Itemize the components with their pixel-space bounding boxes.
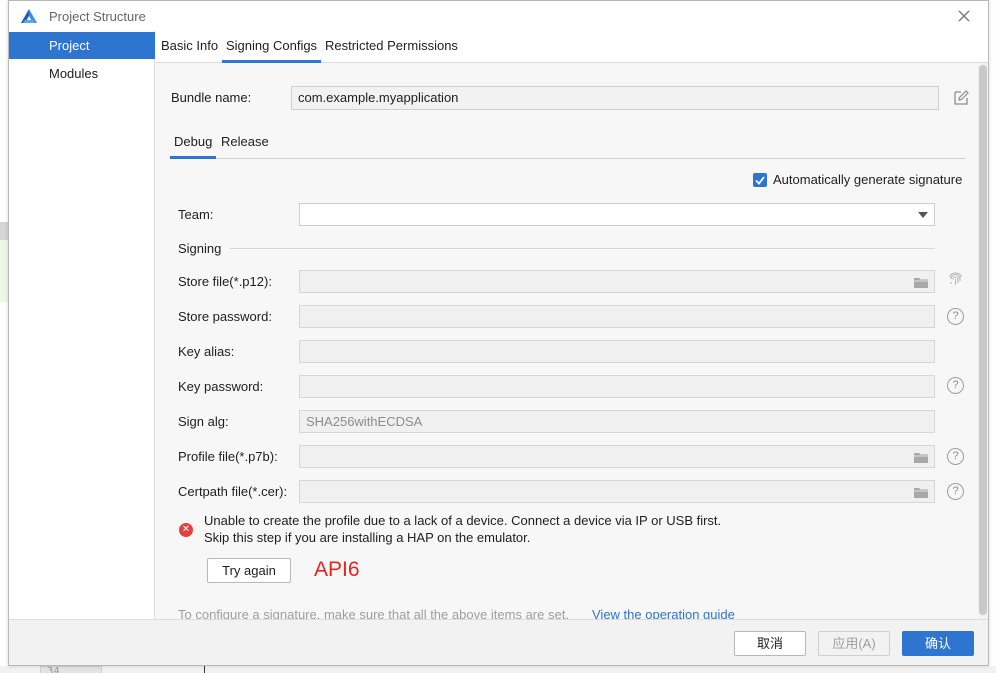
- ok-button[interactable]: 确认: [902, 631, 974, 656]
- key-password-label: Key password:: [178, 379, 264, 394]
- section-divider: [230, 248, 935, 249]
- store-password-field[interactable]: [299, 305, 935, 328]
- fingerprint-icon[interactable]: [947, 271, 964, 288]
- store-password-label: Store password:: [178, 309, 272, 324]
- scrollbar-thumb[interactable]: [979, 65, 987, 615]
- certpath-file-field[interactable]: [299, 480, 935, 503]
- error-message-line1: Unable to create the profile due to a la…: [204, 513, 722, 528]
- auto-signature-label[interactable]: Automatically generate signature: [773, 172, 962, 187]
- sidebar: Project Modules: [9, 31, 155, 619]
- key-alias-label: Key alias:: [178, 344, 235, 359]
- title-bar: Project Structure: [9, 1, 988, 31]
- profile-file-label: Profile file(*.p7b):: [178, 449, 278, 464]
- chevron-down-icon[interactable]: [918, 211, 928, 219]
- folder-icon[interactable]: [913, 275, 929, 289]
- profile-file-field[interactable]: [299, 445, 935, 468]
- error-message-line2: Skip this step if you are installing a H…: [204, 530, 531, 545]
- main-panel: Basic Info Signing Configs Restricted Pe…: [156, 31, 988, 622]
- help-icon[interactable]: ?: [947, 377, 964, 394]
- help-icon[interactable]: ?: [947, 448, 964, 465]
- project-structure-dialog: Project Structure Project Modules Basic …: [8, 0, 989, 666]
- dialog-footer: 取消 应用(A) 确认: [9, 619, 988, 665]
- folder-icon[interactable]: [913, 485, 929, 499]
- folder-icon[interactable]: [913, 450, 929, 464]
- key-password-field[interactable]: [299, 375, 935, 398]
- close-icon[interactable]: [955, 7, 973, 25]
- try-again-button[interactable]: Try again: [207, 558, 291, 583]
- app-logo-icon: [21, 9, 37, 23]
- store-file-label: Store file(*.p12):: [178, 274, 272, 289]
- sidebar-item-modules[interactable]: Modules: [9, 60, 155, 87]
- sign-alg-label: Sign alg:: [178, 414, 229, 429]
- scrollbar[interactable]: [978, 63, 988, 619]
- tab-restricted-permissions[interactable]: Restricted Permissions: [325, 31, 458, 63]
- apply-button[interactable]: 应用(A): [818, 631, 890, 656]
- background-band: [0, 222, 8, 240]
- bundle-name-field[interactable]: com.example.myapplication: [291, 86, 939, 110]
- signing-section-label: Signing: [178, 241, 222, 256]
- auto-signature-checkbox[interactable]: [753, 173, 767, 187]
- window-title: Project Structure: [49, 9, 146, 24]
- background-caret: [204, 666, 205, 673]
- certpath-file-label: Certpath file(*.cer):: [178, 484, 288, 499]
- bundle-name-label: Bundle name:: [171, 90, 252, 105]
- sidebar-item-project[interactable]: Project: [9, 32, 155, 59]
- help-icon[interactable]: ?: [947, 483, 964, 500]
- annotation-text: API6: [314, 558, 360, 581]
- background-editor-edge: [0, 0, 8, 673]
- checkmark-icon: [755, 176, 765, 185]
- error-icon: ✕: [179, 523, 193, 537]
- store-file-field[interactable]: [299, 270, 935, 293]
- team-label: Team:: [178, 207, 214, 222]
- subtab-release[interactable]: Release: [221, 129, 269, 159]
- background-line-number: 34: [40, 666, 102, 673]
- edit-icon[interactable]: [952, 89, 970, 107]
- cancel-button[interactable]: 取消: [734, 631, 806, 656]
- tab-basic-info[interactable]: Basic Info: [161, 31, 218, 63]
- background-band: [0, 240, 8, 302]
- sign-alg-field[interactable]: SHA256withECDSA: [299, 410, 935, 433]
- subtab-debug[interactable]: Debug: [170, 129, 217, 159]
- signing-subtabs: Debug Release: [170, 129, 966, 159]
- tab-bar: Basic Info Signing Configs Restricted Pe…: [156, 31, 988, 63]
- tab-signing-configs[interactable]: Signing Configs: [222, 31, 322, 63]
- background-editor-bottom: 34: [0, 666, 996, 673]
- team-select[interactable]: [299, 203, 935, 226]
- help-icon[interactable]: ?: [947, 308, 964, 325]
- key-alias-field[interactable]: [299, 340, 935, 363]
